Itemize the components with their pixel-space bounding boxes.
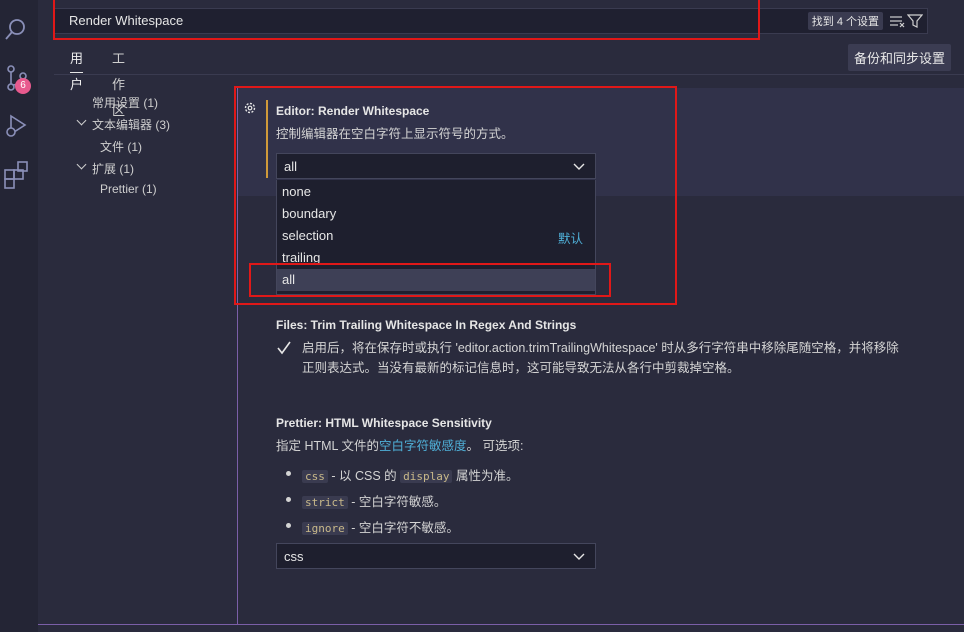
select-value: css — [284, 549, 304, 564]
prettier-desc: 指定 HTML 文件的空白字符敏感度。 可选项: — [276, 439, 524, 453]
clear-filter-icon[interactable] — [889, 13, 905, 32]
tab-user[interactable]: 用户 — [70, 46, 84, 92]
bullet — [286, 497, 291, 502]
option-trailing[interactable]: trailing — [277, 247, 595, 269]
activity-bar: 6 — [0, 0, 38, 632]
run-debug-icon[interactable] — [0, 104, 38, 144]
modified-indicator — [266, 100, 268, 178]
toc-files[interactable]: 文件 (1) — [100, 138, 142, 155]
results-count-badge: 找到 4 个设置 — [807, 12, 883, 30]
option-selection[interactable]: selection 默认 — [277, 225, 595, 247]
default-label: 默认 — [557, 232, 583, 246]
toc-text-editor[interactable]: 文本编辑器 (3) — [92, 116, 170, 133]
search-query[interactable]: Render Whitespace — [69, 13, 183, 28]
bullet — [286, 523, 291, 528]
render-whitespace-select[interactable]: all — [276, 153, 596, 179]
option-none[interactable]: none — [277, 181, 595, 203]
trim-whitespace-title: Files: Trim Trailing Whitespace In Regex… — [276, 318, 577, 332]
toc-prettier[interactable]: Prettier (1) — [100, 182, 157, 196]
chevron-down-icon — [573, 160, 585, 175]
trim-whitespace-desc-2: 正则表达式。当没有最新的标记信息时，这可能导致无法从各行中剪裁掉空格。 — [302, 361, 740, 375]
trim-whitespace-desc-1: 启用后，将在保存时或执行 'editor.action.trimTrailing… — [302, 341, 899, 355]
toc-extensions[interactable]: 扩展 (1) — [92, 160, 134, 177]
prettier-option-css: css - 以 CSS 的 display 属性为准。 — [302, 465, 518, 484]
settings-search-input[interactable]: Render Whitespace 找到 4 个设置 — [54, 8, 928, 34]
toc-common[interactable]: 常用设置 (1) — [92, 94, 158, 111]
option-all[interactable]: all — [277, 269, 595, 291]
trim-whitespace-checkbox[interactable] — [276, 340, 292, 356]
prettier-title: Prettier: HTML Whitespace Sensitivity — [276, 416, 492, 430]
tab-workspace[interactable]: 工作区 — [112, 46, 125, 118]
bottom-border — [38, 624, 964, 625]
chevron-down-icon — [573, 550, 585, 565]
sensitivity-link[interactable]: 空白字符敏感度 — [379, 439, 467, 453]
chevron-down-icon[interactable] — [76, 115, 87, 126]
extensions-icon[interactable] — [0, 152, 38, 192]
search-icon[interactable] — [0, 8, 38, 48]
prettier-select[interactable]: css — [276, 543, 596, 569]
backup-sync-button[interactable]: 备份和同步设置 — [848, 44, 952, 71]
option-boundary[interactable]: boundary — [277, 203, 595, 225]
render-whitespace-desc: 控制编辑器在空白字符上显示符号的方式。 — [276, 127, 514, 141]
settings-editor: Render Whitespace 找到 4 个设置 用户 工作区 备份和同步设… — [38, 0, 964, 632]
chevron-down-icon[interactable] — [76, 159, 87, 170]
bullet — [286, 471, 291, 476]
render-whitespace-dropdown: none boundary selection 默认 trailing all — [276, 180, 596, 295]
scm-badge: 6 — [15, 78, 31, 94]
filter-icon[interactable] — [906, 13, 924, 32]
render-whitespace-title: Editor: Render Whitespace — [276, 104, 430, 118]
prettier-option-ignore: ignore - 空白字符不敏感。 — [302, 517, 459, 536]
select-value: all — [284, 159, 298, 174]
gear-icon[interactable] — [243, 101, 257, 118]
prettier-option-strict: strict - 空白字符敏感。 — [302, 491, 446, 510]
tab-divider — [54, 74, 964, 75]
